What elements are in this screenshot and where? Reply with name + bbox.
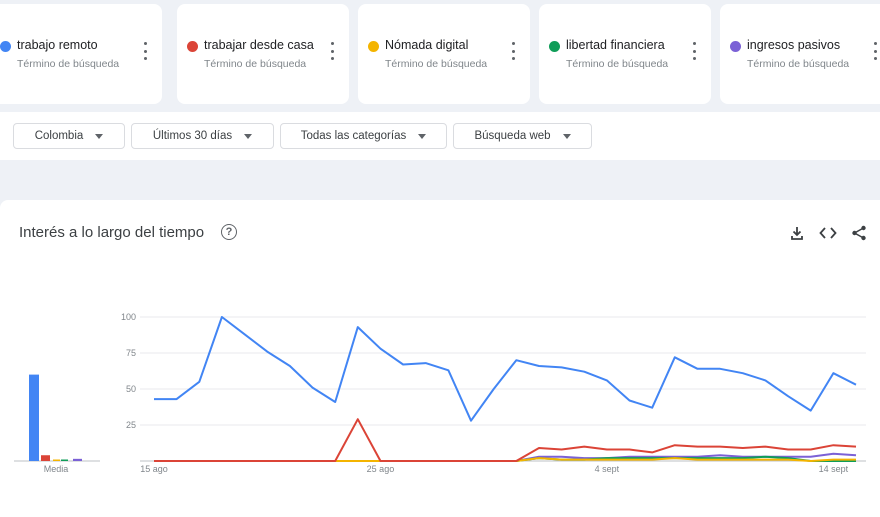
average-bar	[53, 459, 60, 461]
x-tick-label: 25 ago	[367, 464, 395, 474]
average-bar	[61, 459, 68, 461]
y-tick-label: 50	[126, 384, 136, 394]
average-bar	[73, 458, 82, 461]
x-tick-label: 4 sept	[595, 464, 620, 474]
interest-line-chart: 25 50 75 100 15 ago 25 ago 4 sept 14 sept Media	[14, 312, 866, 474]
x-tick-label: 15 ago	[140, 464, 168, 474]
average-label: Media	[44, 464, 69, 474]
y-tick-label: 25	[126, 420, 136, 430]
y-tick-label: 100	[121, 312, 136, 322]
average-bar	[41, 455, 50, 461]
x-tick-label: 14 sept	[819, 464, 849, 474]
series-line	[154, 316, 857, 422]
y-tick-label: 75	[126, 348, 136, 358]
average-bar	[29, 374, 39, 461]
